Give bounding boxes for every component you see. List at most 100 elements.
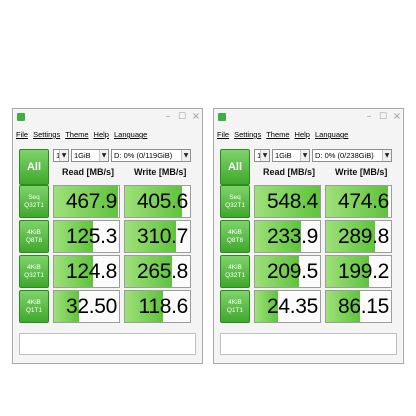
test-label-line2: Q1T1 [226, 306, 244, 314]
test-label-line2: Q8T8 [226, 236, 244, 244]
app-icon [17, 113, 25, 121]
chevron-down-icon: ▼ [181, 150, 190, 161]
menu-file[interactable]: File [16, 129, 28, 141]
read-value: 32.50 [65, 295, 117, 318]
drive-value: D: 0% (0/119GiB) [114, 151, 173, 160]
test-label-line2: Q1T1 [25, 306, 43, 314]
write-result-cell: 289.8 [325, 220, 392, 253]
read-header: Read [MB/s] [263, 167, 316, 177]
read-result-cell: 233.9 [254, 220, 321, 253]
test-label-line2: Q32T1 [225, 201, 245, 209]
app-icon [218, 113, 226, 121]
comment-input[interactable] [19, 333, 196, 355]
menu-file[interactable]: File [217, 129, 229, 141]
menu-bar: File Settings Theme Help Language [217, 129, 348, 141]
menu-theme[interactable]: Theme [266, 129, 289, 141]
read-value: 124.8 [65, 260, 117, 283]
menu-help[interactable]: Help [94, 129, 109, 141]
menu-settings[interactable]: Settings [33, 129, 60, 141]
chevron-down-icon: ▼ [59, 150, 68, 161]
menu-bar: File Settings Theme Help Language [16, 129, 147, 141]
title-bar: – ☐ × [13, 109, 202, 127]
benchmark-window-1: – ☐ × File Settings Theme Help Language … [12, 108, 203, 364]
benchmark-window-2: – ☐ × File Settings Theme Help Language … [213, 108, 404, 364]
test-count-select[interactable]: 1▼ [254, 149, 270, 162]
close-icon[interactable]: × [389, 110, 405, 124]
write-header: Write [MB/s] [134, 167, 187, 177]
write-value: 118.6 [138, 295, 189, 318]
test-label-line2: Q32T1 [24, 271, 44, 279]
write-result-cell: 265.8 [124, 255, 191, 288]
test-button-4kib-q1t1[interactable]: 4KiB Q1T1 [19, 290, 49, 323]
read-value: 233.9 [266, 225, 318, 248]
test-label-line2: Q32T1 [24, 201, 44, 209]
test-button-seq-q32t1[interactable]: Seq Q32T1 [220, 185, 250, 218]
test-button-4kib-q1t1[interactable]: 4KiB Q1T1 [220, 290, 250, 323]
write-value: 289.8 [337, 225, 389, 248]
write-value: 405.6 [136, 190, 188, 213]
read-result-cell: 548.4 [254, 185, 321, 218]
close-icon[interactable]: × [188, 110, 204, 124]
write-result-cell: 405.6 [124, 185, 191, 218]
read-value: 548.4 [266, 190, 318, 213]
menu-settings[interactable]: Settings [234, 129, 261, 141]
test-button-4kib-q32t1[interactable]: 4KiB Q32T1 [220, 255, 250, 288]
read-result-cell: 24.35 [254, 290, 321, 323]
read-value: 467.9 [65, 190, 117, 213]
test-label-line1: 4KiB [228, 263, 242, 271]
drive-select[interactable]: D: 0% (0/238GiB) ▼ [312, 149, 392, 162]
read-result-cell: 467.9 [53, 185, 120, 218]
chevron-down-icon: ▼ [99, 150, 108, 161]
chevron-down-icon: ▼ [382, 150, 391, 161]
read-header: Read [MB/s] [62, 167, 115, 177]
test-button-seq-q32t1[interactable]: Seq Q32T1 [19, 185, 49, 218]
menu-theme[interactable]: Theme [65, 129, 88, 141]
test-label-line1: Seq [28, 193, 40, 201]
drive-value: D: 0% (0/238GiB) [315, 151, 374, 160]
read-result-cell: 125.3 [53, 220, 120, 253]
write-value: 265.8 [136, 260, 188, 283]
write-value: 310.7 [136, 225, 188, 248]
write-value: 199.2 [337, 260, 389, 283]
test-button-4kib-q32t1[interactable]: 4KiB Q32T1 [19, 255, 49, 288]
write-value: 474.6 [337, 190, 389, 213]
test-label-line1: 4KiB [27, 263, 41, 271]
all-button[interactable]: All [220, 149, 250, 185]
comment-input[interactable] [220, 333, 397, 355]
menu-language[interactable]: Language [315, 129, 348, 141]
test-label-line1: Seq [229, 193, 241, 201]
write-result-cell: 118.6 [124, 290, 191, 323]
test-label-line1: 4KiB [27, 228, 41, 236]
test-label-line1: 4KiB [27, 298, 41, 306]
drive-select[interactable]: D: 0% (0/119GiB) ▼ [111, 149, 191, 162]
test-label-line2: Q32T1 [225, 271, 245, 279]
write-result-cell: 199.2 [325, 255, 392, 288]
test-button-4kib-q8t8[interactable]: 4KiB Q8T8 [220, 220, 250, 253]
test-button-4kib-q8t8[interactable]: 4KiB Q8T8 [19, 220, 49, 253]
write-value: 86.15 [337, 295, 389, 318]
test-label-line1: 4KiB [228, 228, 242, 236]
menu-language[interactable]: Language [114, 129, 147, 141]
write-result-cell: 474.6 [325, 185, 392, 218]
title-bar: – ☐ × [214, 109, 403, 127]
write-result-cell: 310.7 [124, 220, 191, 253]
menu-help[interactable]: Help [295, 129, 310, 141]
read-result-cell: 209.5 [254, 255, 321, 288]
test-label-line2: Q8T8 [25, 236, 43, 244]
read-value: 209.5 [266, 260, 318, 283]
read-result-cell: 32.50 [53, 290, 120, 323]
test-count-select[interactable]: 1▼ [53, 149, 69, 162]
test-size-select[interactable]: 1GiB ▼ [272, 149, 310, 162]
read-value: 24.35 [266, 295, 318, 318]
read-value: 125.3 [65, 225, 117, 248]
read-result-cell: 124.8 [53, 255, 120, 288]
test-label-line1: 4KiB [228, 298, 242, 306]
write-result-cell: 86.15 [325, 290, 392, 323]
chevron-down-icon: ▼ [300, 150, 309, 161]
test-size-value: 1GiB [74, 151, 91, 160]
chevron-down-icon: ▼ [260, 150, 269, 161]
write-header: Write [MB/s] [335, 167, 388, 177]
test-size-value: 1GiB [275, 151, 292, 160]
all-button[interactable]: All [19, 149, 49, 185]
test-size-select[interactable]: 1GiB ▼ [71, 149, 109, 162]
